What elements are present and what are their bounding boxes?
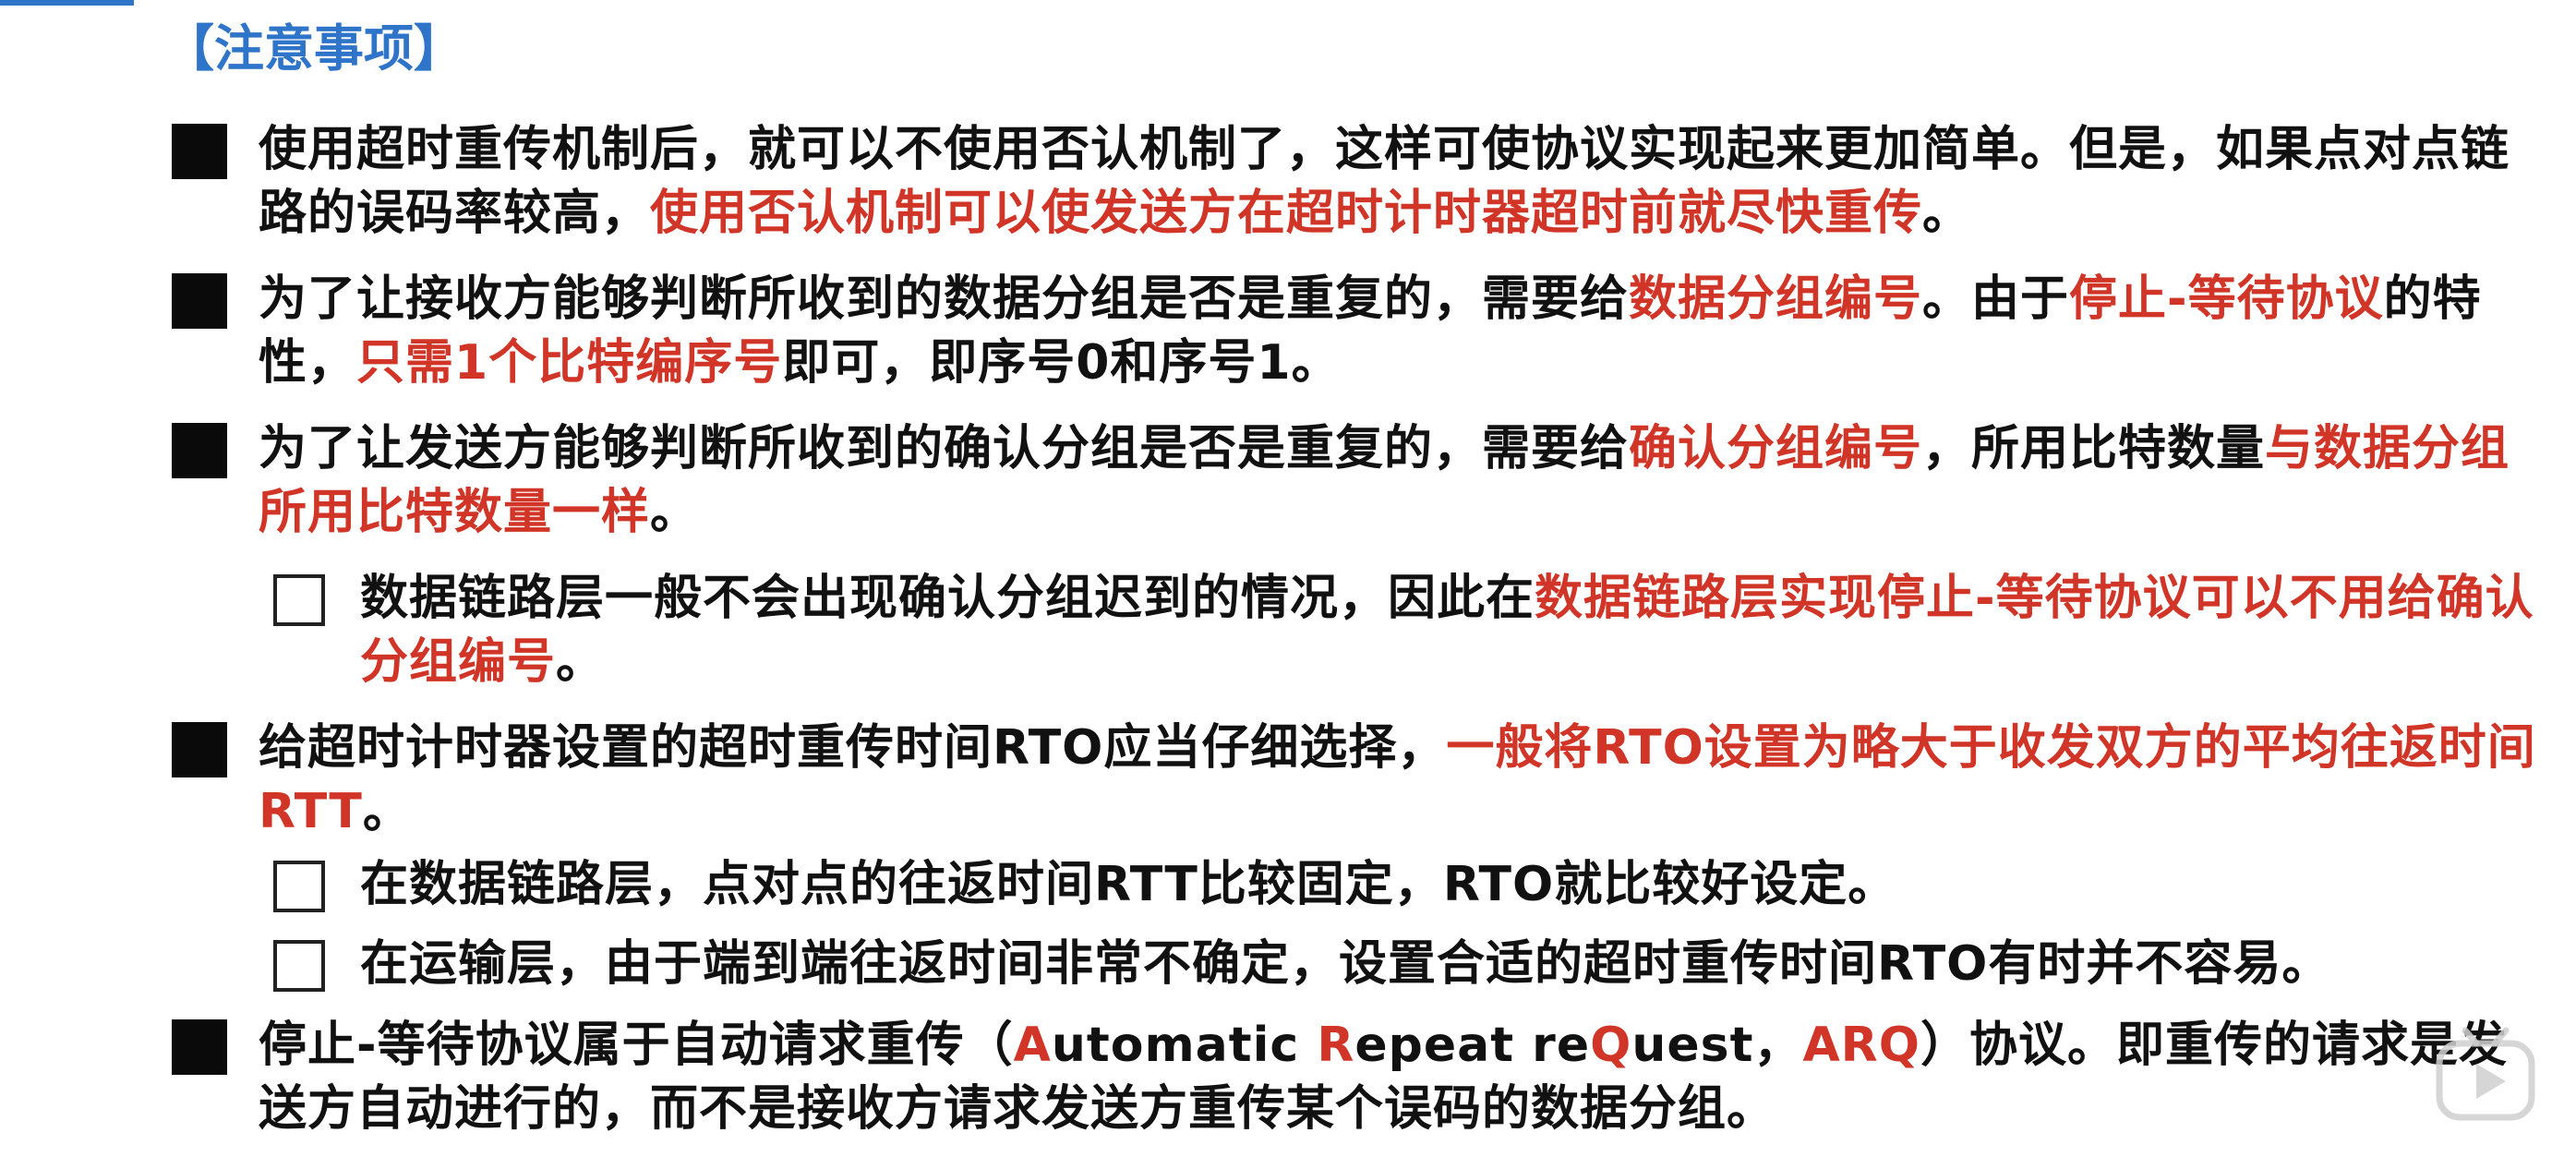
bullet-text: 给超时计时器设置的超时重传时间RTO应当仔细选择，一般将RTO设置为略大于收发双…: [259, 720, 2536, 839]
hollow-square-bullet-icon: [273, 940, 325, 992]
highlighted-text: ARQ: [1802, 1018, 1920, 1073]
bullet-item-5: 停止-等待协议属于自动请求重传（Automatic Repeat reQuest…: [172, 1014, 2548, 1141]
sub-bullet-item-1: 数据链路层一般不会出现确认分组迟到的情况，因此在数据链路层实现停止-等待协议可以…: [273, 567, 2548, 694]
text-segment: 。: [556, 634, 606, 690]
sub-bullet-item-2: 在数据链路层，点对点的往返时间RTT比较固定，RTO就比较好设定。: [273, 853, 2548, 917]
text-segment: 即可，即序号0和序号1。: [782, 335, 1341, 391]
text-segment: 在数据链路层，点对点的往返时间RTT比较固定，RTO就比较好设定。: [360, 857, 1897, 912]
highlighted-text: 数据分组编号: [1629, 271, 1923, 327]
text-segment: 为了让接收方能够判断所收到的数据分组是否是重复的，需要给: [259, 271, 1630, 327]
highlighted-text: 停止-等待协议: [2069, 271, 2384, 327]
highlighted-text: Q: [1590, 1018, 1632, 1073]
text-segment: epeat re: [1354, 1018, 1591, 1073]
bullet-item-3: 为了让发送方能够判断所收到的确认分组是否是重复的，需要给确认分组编号，所用比特数…: [172, 417, 2548, 545]
text-segment: 。: [1922, 186, 1972, 241]
sub-bullet-item-3: 在运输层，由于端到端往返时间非常不确定，设置合适的超时重传时间RTO有时并不容易…: [273, 933, 2548, 996]
text-segment: uest，: [1631, 1018, 1803, 1073]
filled-square-bullet-icon: [172, 1019, 227, 1075]
text-segment: 为了让发送方能够判断所收到的确认分组是否是重复的，需要给: [259, 421, 1630, 476]
text-segment: 。由于: [1922, 271, 2070, 327]
text-segment: 数据链路层一般不会出现确认分组迟到的情况，因此在: [360, 571, 1535, 626]
text-segment: 在运输层，由于端到端往返时间非常不确定，设置合适的超时重传时间RTO有时并不容易…: [360, 936, 2331, 992]
video-play-watermark-icon: [2436, 1027, 2535, 1121]
bullet-text: 为了让接收方能够判断所收到的数据分组是否是重复的，需要给数据分组编号。由于停止-…: [259, 271, 2482, 391]
filled-square-bullet-icon: [172, 423, 227, 478]
bullet-item-2: 为了让接收方能够判断所收到的数据分组是否是重复的，需要给数据分组编号。由于停止-…: [172, 268, 2548, 395]
text-segment: 。: [362, 784, 412, 839]
text-segment: 。: [650, 485, 700, 540]
text-segment: ，所用比特数量: [1922, 421, 2266, 476]
bullet-text: 数据链路层一般不会出现确认分组迟到的情况，因此在数据链路层实现停止-等待协议可以…: [360, 571, 2534, 690]
text-segment: 给超时计时器设置的超时重传时间RTO应当仔细选择，: [259, 720, 1447, 776]
bullet-text: 在运输层，由于端到端往返时间非常不确定，设置合适的超时重传时间RTO有时并不容易…: [360, 936, 2330, 992]
text-segment: 停止-等待协议属于自动请求重传（: [259, 1018, 1014, 1073]
filled-square-bullet-icon: [172, 722, 227, 777]
bullet-text: 为了让发送方能够判断所收到的确认分组是否是重复的，需要给确认分组编号，所用比特数…: [259, 421, 2510, 540]
highlighted-text: 使用否认机制可以使发送方在超时计时器超时前就尽快重传: [650, 186, 1923, 241]
bullet-text: 停止-等待协议属于自动请求重传（Automatic Repeat reQuest…: [259, 1018, 2508, 1137]
highlighted-text: A: [1013, 1018, 1052, 1073]
bullet-text: 使用超时重传机制后，就可以不使用否认机制了，这样可使协议实现起来更加简单。但是，…: [259, 122, 2510, 241]
text-segment: utomatic: [1051, 1018, 1318, 1073]
filled-square-bullet-icon: [172, 273, 227, 329]
hollow-square-bullet-icon: [273, 574, 325, 626]
highlighted-text: R: [1317, 1018, 1355, 1073]
bullet-item-4: 给超时计时器设置的超时重传时间RTO应当仔细选择，一般将RTO设置为略大于收发双…: [172, 717, 2548, 844]
top-accent-bar: [0, 0, 134, 6]
hollow-square-bullet-icon: [273, 861, 325, 912]
highlighted-text: 只需1个比特编序号: [356, 335, 783, 391]
bullet-text: 在数据链路层，点对点的往返时间RTT比较固定，RTO就比较好设定。: [360, 857, 1896, 912]
bullet-item-1: 使用超时重传机制后，就可以不使用否认机制了，这样可使协议实现起来更加简单。但是，…: [172, 118, 2548, 246]
filled-square-bullet-icon: [172, 124, 227, 179]
section-heading: 【注意事项】: [164, 19, 463, 78]
highlighted-text: 确认分组编号: [1629, 421, 1923, 476]
